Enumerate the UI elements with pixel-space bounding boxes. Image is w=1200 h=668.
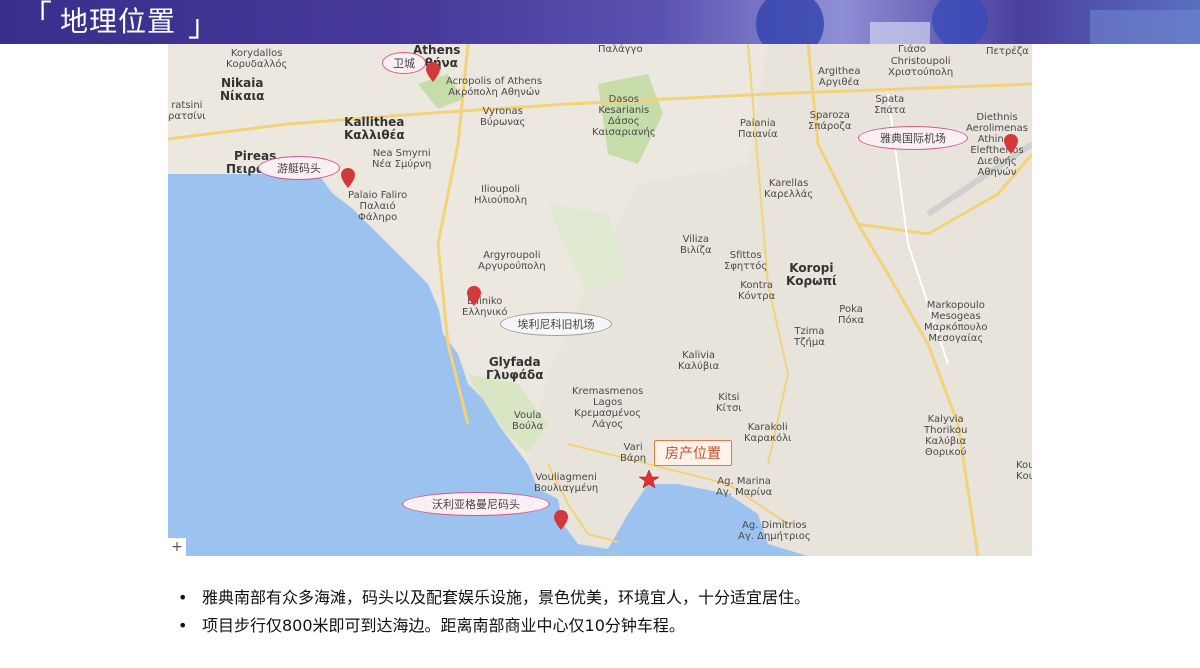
place-label: Πετρέζα [986,46,1029,57]
place-label: Palaio Faliro Παλαιό Φάληρο [348,190,408,223]
place-label: Korydallos Κορυδαλλός [226,48,288,70]
page-title: 地理位置 [60,5,177,38]
title-bracket-close: 」 [188,9,218,44]
place-label: Tzima Τζήμα [794,326,825,348]
place-label: Kontra Κόντρα [738,280,776,302]
place-label: Sparoza Σπάροζα [808,110,852,132]
place-label: Markopoulo Mesogeas Μαρκόπουλο Μεσογαίας [924,300,988,344]
place-label: Viliza Βιλίζα [680,234,712,256]
callout-ellinikon[interactable]: 埃利尼科旧机场 [500,312,612,336]
zoom-in-button[interactable]: + [168,538,186,556]
map-pin-icon[interactable] [1004,134,1018,154]
dome-shape [932,0,988,44]
bullet-text: 项目步行仅800米即可到达海边。距离南部商业中心仅10分钟车程。 [202,616,685,635]
map-pin-icon[interactable] [426,62,440,82]
place-label: Παλάγγο [598,44,643,55]
place-label: Paiania Παιανία [738,118,778,140]
place-label: Voula Βούλα [512,410,544,432]
callout-youting[interactable]: 游艇码头 [258,156,340,180]
place-label: Kremasmenos Lagos Κρεμασμένος Λάγος [572,386,644,430]
place-label: Vari Βάρη [620,442,647,464]
place-label: Ag. Marina Αγ. Μαρίνα [716,476,773,498]
map-pin-icon[interactable] [341,168,355,188]
place-label: Spata Σπάτα [874,94,906,116]
place-label: Argyroupoli Αργυρούπολη [478,250,546,272]
place-label: Diethnis Aerolimenas Athinon Eleftherios Διε… [966,112,1028,178]
list-item: • 项目步行仅800米即可到达海边。距离南部商业中心仅10分钟车程。 [178,612,1078,640]
place-label: Kalivia Καλύβια [678,350,720,372]
bullet-dot: • [178,588,188,607]
place-label: Argithea Αργιθέα [818,66,861,88]
map-pin-icon[interactable] [467,286,481,306]
place-label: Karakoli Καρακόλι [744,422,792,444]
place-label: Vouliagmeni Βουλιαγμένη [534,472,599,494]
list-item: • 雅典南部有众多海滩，码头以及配套娱乐设施，景色优美，环境宜人，十分适宜居住。 [178,584,1078,612]
place-label: Acropolis of Athens Ακρόπολη Αθηνών [446,76,543,98]
header-banner: 「 地理位置 」 [0,0,1200,44]
place-label: Poka Πόκα [838,304,865,326]
dome-shape [756,0,824,44]
place-label: ratsini ρατσίνι [168,100,206,122]
place-label: Karellas Καρελλάς [764,178,814,200]
title-bracket-open: 「 [22,0,52,34]
place-label: Kitsi Κίτσι [716,392,742,414]
building-shape [870,22,930,44]
bullet-text: 雅典南部有众多海滩，码头以及配套娱乐设施，景色优美，环境宜人，十分适宜居住。 [202,588,811,607]
place-label: Sfittos Σφηττός [724,250,768,272]
bullet-list: • 雅典南部有众多海滩，码头以及配套娱乐设施，景色优美，环境宜人，十分适宜居住。… [178,584,1078,640]
place-label: Koropi Κορωπί [786,261,837,288]
place-label: Christoupoli Χριστούπολη [888,56,954,78]
place-label: Kalyvia Thorikou Καλύβια Θορικού [924,414,968,458]
map-pin-icon[interactable] [554,510,568,530]
building-shape [1090,10,1200,44]
place-label: Nikaia Νίκαια [220,76,265,103]
callout-property[interactable]: 房产位置 [654,440,732,466]
place-label: Dasos Kesarianis Δάσος Καισαριανής [592,94,656,138]
callout-airport[interactable]: 雅典国际机场 [858,126,968,150]
bullet-dot: • [178,616,188,635]
place-label: Ilioupoli Ηλιούπολη [474,184,528,206]
place-label: Nea Smyrni Νέα Σμύρνη [372,148,432,170]
header-decoration [756,0,1200,44]
place-label: Kou Κου [1016,460,1032,482]
callout-weicheng[interactable]: 卫城 [382,52,426,74]
place-label: Γιάσο [898,44,927,55]
place-label: Kallithea Καλλιθέα [344,115,405,142]
place-label: Vyronas Βύρωνας [480,106,526,128]
callout-vouliagmeni-marina[interactable]: 沃利亚格曼尼码头 [402,492,550,516]
place-label: Glyfada Γλυφάδα [486,355,544,382]
place-label: Ag. Dimitrios Αγ. Δημήτριος [738,520,811,542]
map-view[interactable]: AthensΑθήνα KorydallosΚορυδαλλός NikaiaΝ… [168,44,1032,556]
